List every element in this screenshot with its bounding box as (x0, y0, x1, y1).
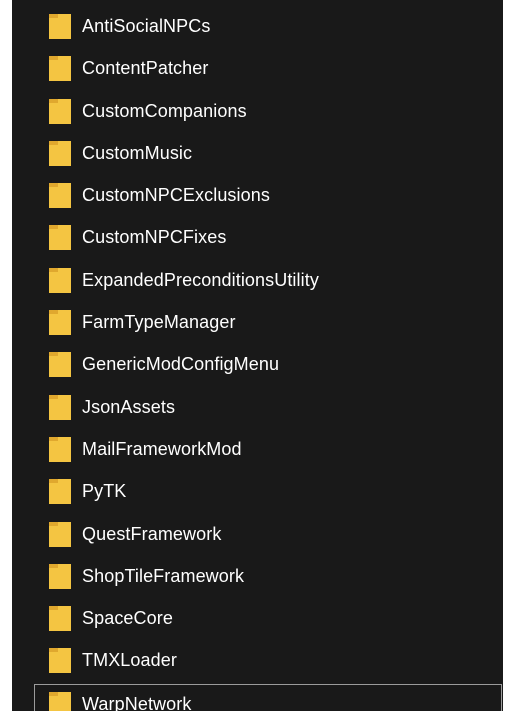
folder-icon (49, 436, 71, 462)
folder-name: SpaceCore (82, 608, 173, 629)
folder-icon (49, 691, 71, 711)
list-item[interactable]: PyTK (12, 471, 503, 513)
folder-icon (49, 394, 71, 420)
folder-icon (49, 479, 71, 505)
folder-icon (49, 56, 71, 82)
folder-name: CustomCompanions (82, 100, 247, 121)
list-item[interactable]: JsonAssets (12, 387, 503, 429)
folder-icon (49, 521, 71, 547)
folder-name: AntiSocialNPCs (82, 16, 211, 36)
list-item[interactable]: GenericModConfigMenu (12, 344, 503, 386)
list-item[interactable]: ContentPatcher (12, 48, 503, 90)
folder-name: ContentPatcher (82, 58, 209, 79)
folder-name: PyTK (82, 481, 127, 502)
folder-name: JsonAssets (82, 396, 176, 417)
list-item-focused[interactable]: WarpNetwork (34, 683, 502, 711)
list-item[interactable]: SpaceCore (12, 598, 503, 640)
file-explorer-window: AntiSocialNPCs ContentPatcher CustomComp… (0, 0, 505, 719)
folder-name: GenericModConfigMenu (82, 354, 280, 375)
folder-icon (49, 606, 71, 632)
folder-icon (49, 310, 71, 336)
folder-name: ExpandedPreconditionsUtility (82, 269, 319, 290)
list-item[interactable]: CustomNPCExclusions (12, 175, 503, 217)
folder-icon (49, 267, 71, 293)
folder-name: QuestFramework (82, 523, 222, 544)
folder-name: FarmTypeManager (82, 312, 236, 333)
folder-icon (49, 98, 71, 124)
list-item[interactable]: QuestFramework (12, 514, 503, 556)
folder-name: CustomNPCExclusions (82, 185, 270, 206)
list-item[interactable]: ShopTileFramework (12, 556, 503, 598)
folder-list: AntiSocialNPCs ContentPatcher CustomComp… (12, 6, 503, 711)
folder-list-pane[interactable]: AntiSocialNPCs ContentPatcher CustomComp… (12, 0, 503, 711)
list-item[interactable]: CustomNPCFixes (12, 217, 503, 259)
list-item[interactable]: ExpandedPreconditionsUtility (12, 260, 503, 302)
list-item[interactable]: AntiSocialNPCs (12, 6, 503, 48)
folder-icon (49, 183, 71, 209)
list-item[interactable]: TMXLoader (12, 640, 503, 682)
folder-icon (49, 563, 71, 589)
list-item[interactable]: MailFrameworkMod (12, 429, 503, 471)
list-item[interactable]: CustomCompanions (12, 91, 503, 133)
folder-icon (49, 648, 71, 674)
folder-icon (49, 140, 71, 166)
folder-icon (49, 14, 71, 39)
folder-name: CustomMusic (82, 142, 193, 163)
folder-name: MailFrameworkMod (82, 438, 242, 459)
folder-name: ShopTileFramework (82, 565, 245, 586)
folder-icon (49, 225, 71, 251)
list-item[interactable]: CustomMusic (12, 133, 503, 175)
folder-icon (49, 352, 71, 378)
list-item[interactable]: FarmTypeManager (12, 302, 503, 344)
folder-name: WarpNetwork (82, 693, 192, 711)
folder-name: CustomNPCFixes (82, 227, 227, 248)
folder-name: TMXLoader (82, 650, 177, 671)
